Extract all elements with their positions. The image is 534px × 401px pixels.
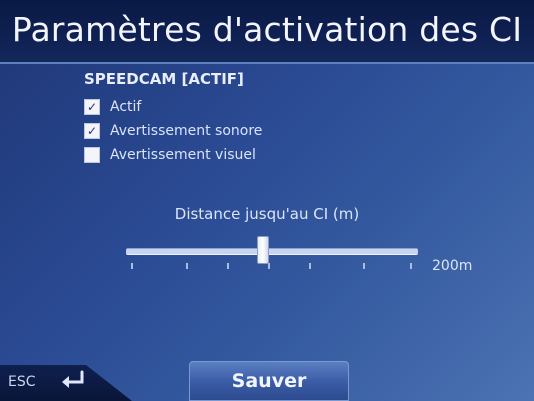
option-visual-warning[interactable]: Avertissement visuel	[84, 145, 256, 165]
slider-tick	[186, 263, 188, 269]
esc-label[interactable]: ESC	[8, 374, 36, 390]
option-active-label: Actif	[110, 99, 142, 115]
option-active[interactable]: ✓ Actif	[84, 97, 141, 117]
option-visual-warning-label: Avertissement visuel	[110, 147, 256, 163]
slider-tick	[410, 263, 412, 269]
option-sound-warning[interactable]: ✓ Avertissement sonore	[84, 121, 262, 141]
option-sound-warning-label: Avertissement sonore	[110, 123, 263, 139]
checkbox-sound-warning[interactable]: ✓	[84, 123, 100, 139]
slider-tick	[363, 263, 365, 269]
distance-slider-thumb[interactable]	[257, 236, 270, 264]
slider-tick	[131, 263, 133, 269]
checkbox-visual-warning[interactable]	[84, 147, 100, 163]
slider-label: Distance jusqu'au CI (m)	[174, 205, 360, 223]
slider-value: 200m	[432, 258, 473, 274]
checkbox-active[interactable]: ✓	[84, 99, 100, 115]
page-title: Paramètres d'activation des CI	[11, 10, 523, 49]
slider-tick	[227, 263, 229, 269]
speedcam-settings-screen: Paramètres d'activation des CI SPEEDCAM …	[0, 0, 534, 401]
slider-tick	[309, 263, 311, 269]
distance-slider-track[interactable]	[126, 248, 418, 255]
title-bar: Paramètres d'activation des CI	[0, 0, 534, 64]
save-button[interactable]: Sauver	[189, 361, 349, 401]
slider-tick	[268, 263, 270, 269]
enter-arrow-icon[interactable]	[58, 370, 88, 392]
section-label: SPEEDCAM [ACTIF]	[84, 70, 244, 88]
